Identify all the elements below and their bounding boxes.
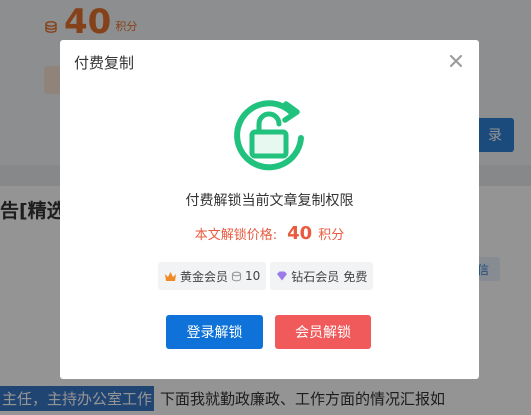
gold-member-value: 10 [245,269,261,283]
price-value: 40 [287,223,313,244]
member-unlock-button[interactable]: 会员解锁 [275,315,371,349]
diamond-member-value: 免费 [343,269,368,284]
gold-member-badge: 黄金会员 10 [158,262,267,290]
coin-icon [231,271,242,281]
member-badges: 黄金会员 10 钻石会员 免费 [158,262,374,290]
crown-icon [165,271,176,281]
price-row: 本文解锁价格: 40 积分 [60,223,479,244]
dialog-title: 付费复制 [74,54,135,72]
price-label: 本文解锁价格: [194,228,278,243]
login-unlock-label: 登录解锁 [186,325,243,341]
member-unlock-label: 会员解锁 [295,325,351,341]
gold-member-label: 黄金会员 [180,269,229,284]
diamond-member-badge: 钻石会员 免费 [270,262,374,290]
diamond-icon [277,271,288,281]
price-unit: 积分 [318,228,345,243]
paid-copy-dialog: 付费复制 付费解锁当前文章复制权限 本文解锁价格: 40 积分 黄金会员 10 [60,40,479,379]
login-unlock-button[interactable]: 登录解锁 [166,315,263,349]
dialog-description: 付费解锁当前文章复制权限 [185,193,354,209]
diamond-member-label: 钻石会员 [291,269,340,284]
unlock-refresh-icon [234,100,304,171]
close-icon[interactable] [449,54,463,68]
